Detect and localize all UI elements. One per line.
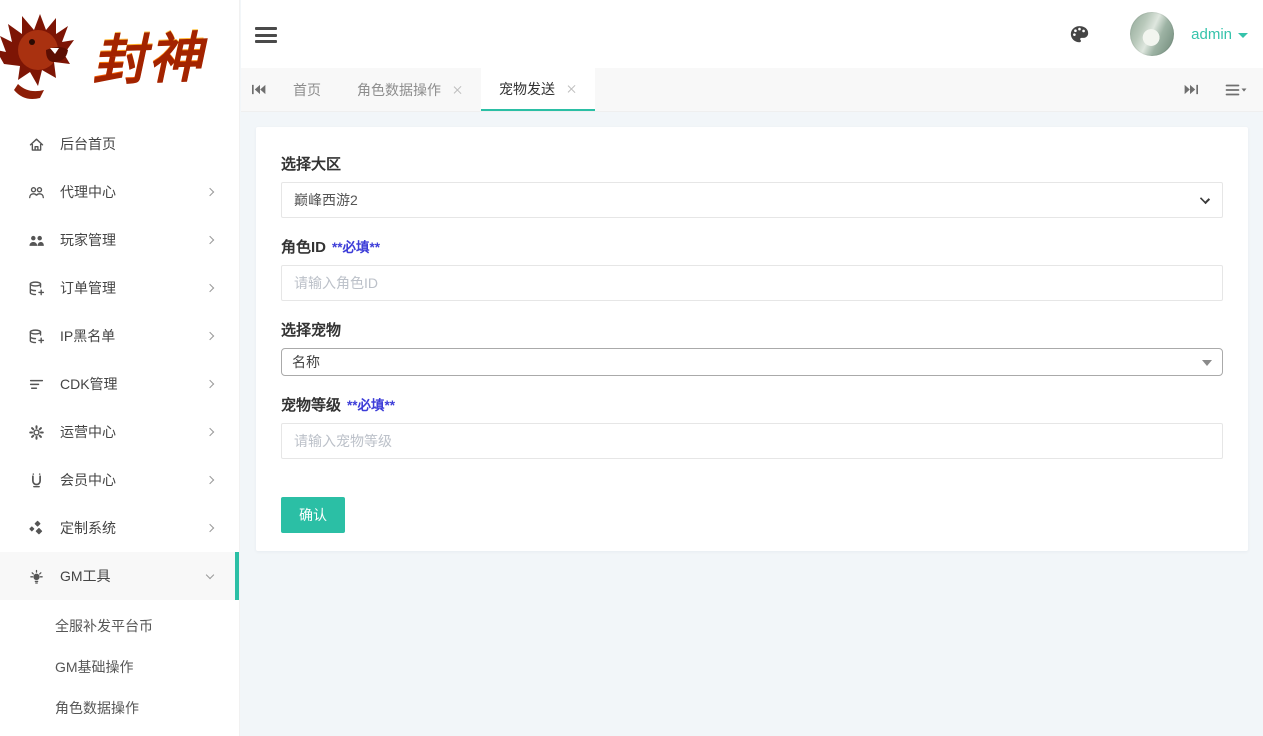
tabbar-right-controls [1158,68,1263,111]
members-icon [28,472,45,489]
required-note: **必填** [347,398,396,413]
sidebar-item-order-management[interactable]: 订单管理 [0,264,239,312]
sidebar-item-ip-blacklist[interactable]: IP黑名单 [0,312,239,360]
fast-forward-icon [1184,84,1198,95]
form-row-pet: 选择宠物 名称 [281,319,1223,376]
username: admin [1191,25,1232,43]
sidebar-item-gm-tools[interactable]: GM工具 [0,552,239,600]
pet-level-label: 宠物等级 **必填** [281,394,1223,415]
chevron-right-icon [205,475,215,485]
brand-logo: 封神 [0,0,239,118]
server-select[interactable]: 巅峰西游2 [281,182,1223,218]
user-avatar[interactable] [1130,12,1175,56]
tab-label: 宠物发送 [499,80,555,97]
chevron-right-icon [205,331,215,341]
tab-menu-icon [1225,84,1247,95]
tab-character-data-operations[interactable]: 角色数据操作 [339,68,481,111]
chevron-right-icon [205,187,215,197]
content-area: 选择大区 巅峰西游2 角色ID **必填** 选择宠物 名称 [241,113,1263,736]
agency-icon [28,184,45,201]
sidebar-item-label: 订单管理 [60,280,116,296]
sidebar-item-agency-center[interactable]: 代理中心 [0,168,239,216]
ip-blacklist-icon [28,328,45,345]
pet-level-input[interactable] [281,423,1223,459]
form-row-character-id: 角色ID **必填** [281,236,1223,301]
tab-label: 首页 [293,81,321,98]
tab-label: 角色数据操作 [357,81,441,98]
caret-down-icon [1238,32,1248,38]
lion-logo-icon [0,14,74,99]
sidebar-item-member-center[interactable]: 会员中心 [0,456,239,504]
submenu-item-full-server-platform-coin[interactable]: 全服补发平台币 [0,606,239,647]
confirm-button[interactable]: 确认 [281,497,345,533]
sidebar-item-cdk-management[interactable]: CDK管理 [0,360,239,408]
sidebar-item-label: 后台首页 [60,136,116,152]
form-row-pet-level: 宠物等级 **必填** [281,394,1223,459]
server-select-label: 选择大区 [281,156,342,173]
sidebar-item-custom-system[interactable]: 定制系统 [0,504,239,552]
form-row-server: 选择大区 巅峰西游2 [281,153,1223,218]
scroll-tabs-right-button[interactable] [1184,83,1199,96]
theme-palette-button[interactable] [1069,24,1090,45]
main-area: admin 首页 角色数据操作 宠物发送 选择大区 巅峰西游2 角色ID **必… [241,0,1263,736]
sidebar-item-dashboard[interactable]: 后台首页 [0,120,239,168]
palette-icon [1070,25,1089,42]
pet-level-label-text: 宠物等级 [281,397,342,414]
dropdown-arrow-icon [1202,360,1212,366]
pet-select-value: 名称 [292,354,320,370]
chevron-down-icon [1199,193,1211,205]
sidebar-item-operations-center[interactable]: 运营中心 [0,408,239,456]
pet-send-form-card: 选择大区 巅峰西游2 角色ID **必填** 选择宠物 名称 [256,127,1248,551]
sidebar-menu: 后台首页 代理中心 玩家管理 订单管理 IP黑名单 CDK管理 运营中心 会员中… [0,118,239,729]
cdk-icon [28,376,45,393]
sidebar-item-label: CDK管理 [60,376,118,392]
character-id-label-text: 角色ID [281,239,327,256]
chevron-right-icon [205,379,215,389]
character-id-label: 角色ID **必填** [281,236,1223,257]
tab-pet-send[interactable]: 宠物发送 [481,68,595,111]
operations-icon [28,424,45,441]
pet-select[interactable]: 名称 [281,348,1223,376]
rewind-icon [251,84,265,95]
required-note: **必填** [332,240,381,255]
chevron-right-icon [205,235,215,245]
submenu-item-character-data-operations[interactable]: 角色数据操作 [0,688,239,729]
tab-bar: 首页 角色数据操作 宠物发送 [241,68,1263,112]
home-icon [28,136,45,153]
chevron-right-icon [205,523,215,533]
chevron-right-icon [205,427,215,437]
close-tab-icon[interactable] [567,84,577,94]
sidebar-item-label: 玩家管理 [60,232,116,248]
gm-tools-icon [28,568,45,585]
close-tab-icon[interactable] [453,85,463,95]
tab-home[interactable]: 首页 [275,68,339,111]
top-header: admin [241,0,1263,68]
submenu-item-gm-basic-operations[interactable]: GM基础操作 [0,647,239,688]
collapse-sidebar-button[interactable] [255,25,279,43]
sidebar-item-label: 代理中心 [60,184,116,200]
players-icon [28,232,45,249]
sidebar: 封神 后台首页 代理中心 玩家管理 订单管理 IP黑名单 CDK管理 运营中心 … [0,0,240,736]
sidebar-item-label: 定制系统 [60,520,116,536]
sidebar-item-label: 会员中心 [60,472,116,488]
sidebar-item-label: 运营中心 [60,424,116,440]
user-menu[interactable]: admin [1191,26,1248,43]
topbar-right: admin [1069,12,1248,56]
pet-select-label: 选择宠物 [281,322,342,339]
custom-system-icon [28,520,45,537]
character-id-input[interactable] [281,265,1223,301]
orders-icon [28,280,45,297]
app-root: 封神 后台首页 代理中心 玩家管理 订单管理 IP黑名单 CDK管理 运营中心 … [0,0,1263,736]
chevron-right-icon [205,283,215,293]
scroll-tabs-left-button[interactable] [241,68,275,111]
gm-tools-submenu: 全服补发平台币 GM基础操作 角色数据操作 [0,600,239,729]
sidebar-item-label: IP黑名单 [60,328,116,344]
sidebar-item-label: GM工具 [60,568,111,584]
server-select-value: 巅峰西游2 [294,192,358,208]
tab-options-button[interactable] [1225,83,1247,97]
chevron-down-icon [205,570,215,579]
brand-title: 封神 [91,12,206,95]
sidebar-item-player-management[interactable]: 玩家管理 [0,216,239,264]
